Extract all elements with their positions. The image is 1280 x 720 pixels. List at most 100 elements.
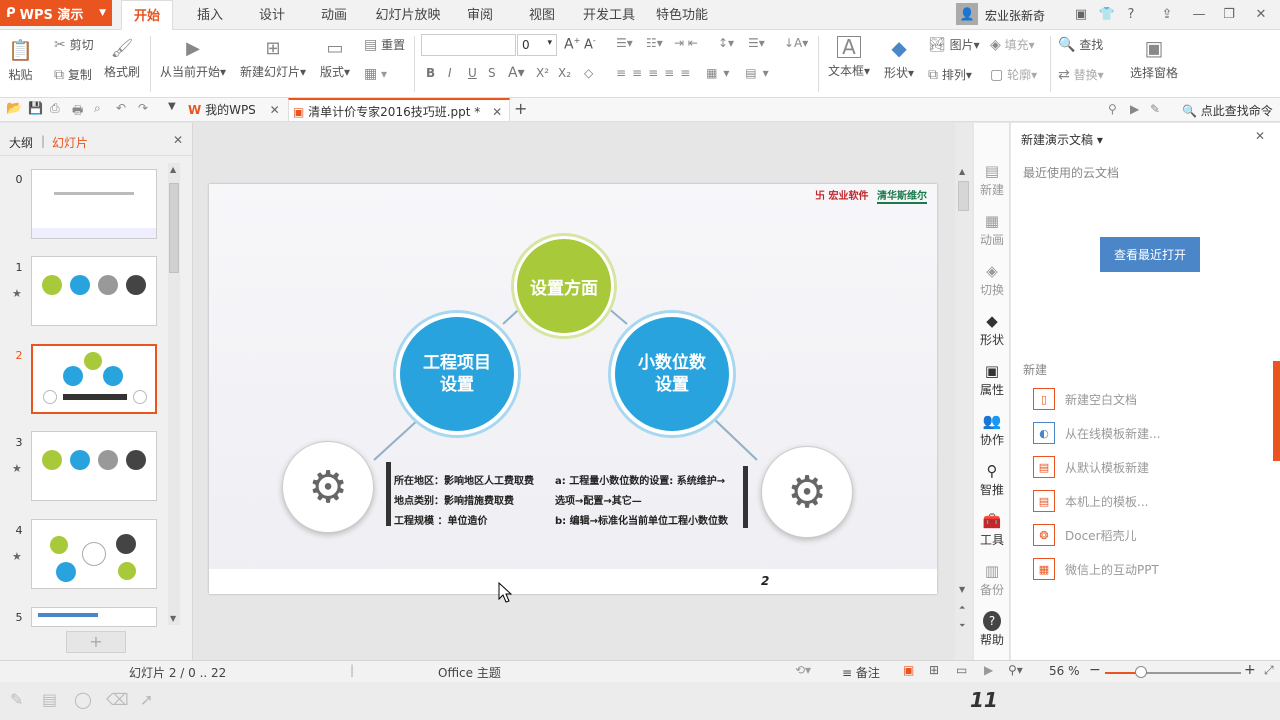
close-icon[interactable]: ✕ [492,105,502,119]
slide-thumb-1[interactable] [31,256,157,326]
rail-item-help[interactable]: ? 帮助 [974,611,1010,648]
font-shrink-button[interactable]: A- [584,36,596,52]
new-slide-button[interactable]: ⊞ 新建幻灯片▾ [240,38,306,80]
tab-slideshow[interactable]: 幻灯片放映 [370,0,446,30]
shirt-icon[interactable]: 👕 [1098,6,1116,24]
tab-outline[interactable]: 大纲 [9,134,33,151]
rail-item-backup[interactable]: ▥ 备份 [974,561,1010,598]
superscript-button[interactable]: X² [536,66,549,80]
tab-animation[interactable]: 动画 [310,0,358,30]
fit-window-icon[interactable]: ⤢ [1264,663,1274,678]
section-button[interactable]: ▦ ▾ [364,66,387,82]
tab-developer[interactable]: 开发工具 [578,0,640,30]
rail-item-collab[interactable]: 👥 协作 [974,411,1010,448]
close-icon[interactable]: ✕ [1252,6,1270,24]
find-button[interactable]: 🔍 查找 [1058,36,1103,53]
wechat-interactive-ppt-item[interactable]: ▦ 微信上的互动PPT [1033,558,1159,580]
history-icon[interactable]: ⟲▾ [795,663,811,677]
slide-thumb-4[interactable] [31,519,157,589]
save-icon[interactable]: 💾 [28,101,43,115]
pen-icon[interactable]: ✎ [10,690,23,709]
slide-thumb-2[interactable] [31,344,157,414]
marker-icon[interactable]: ▤ [42,690,57,709]
zoom-slider-thumb[interactable] [1135,666,1147,678]
notes-button[interactable]: ≡ 备注 [842,664,880,681]
tab-current-document[interactable]: ▣ 清单计价专家2016技巧班.ppt * ✕ [288,98,510,122]
replace-button[interactable]: ⇄ 替换▾ [1058,66,1104,83]
find-command-box[interactable]: 🔍 点此查找命令 [1182,102,1273,119]
pointer-icon[interactable]: ➚ [140,690,153,709]
close-icon[interactable]: ✕ [173,133,183,147]
comment-icon[interactable]: ✎ [1150,102,1160,116]
cut-button[interactable]: ✂ 剪切 [54,36,94,53]
add-slide-button[interactable]: + [66,631,126,653]
new-from-online-template-item[interactable]: ◐ 从在线模板新建... [1033,422,1160,444]
arrange-button[interactable]: ⧉ 排列▾ [928,66,972,83]
slide-thumb-5[interactable] [31,607,157,627]
export-pdf-icon[interactable]: ⎙ [50,101,60,116]
select-pane-button[interactable]: ▣ 选择窗格 [1130,36,1178,81]
subscript-button[interactable]: X₂ [558,66,571,80]
tab-home[interactable]: 开始 [121,0,173,30]
italic-button[interactable]: I [448,66,452,80]
tab-insert[interactable]: 插入 [186,0,234,30]
preview-icon[interactable]: ⌕ [94,101,101,116]
pin-icon[interactable]: ⚲ [1108,102,1117,116]
open-folder-icon[interactable]: 📂 [6,101,22,116]
rail-item-recommend[interactable]: ⚲ 智推 [974,461,1010,498]
tab-special[interactable]: 特色功能 [650,0,714,30]
tab-slides[interactable]: 幻灯片 [52,134,88,151]
paste-button[interactable]: 📋 粘贴 [8,38,33,83]
reset-button[interactable]: ▤ 重置 [364,36,405,53]
tab-review[interactable]: 审阅 [458,0,502,30]
tab-my-wps[interactable]: W 我的WPS ✕ [188,98,288,122]
line-spacing-button[interactable]: ↕▾ [718,36,734,50]
sorter-view-icon[interactable]: ⊞ [929,663,939,677]
zoom-out-button[interactable]: − [1089,662,1101,678]
outline-button[interactable]: ▢ 轮廓▾ [990,66,1037,83]
font-name-field[interactable] [421,34,516,56]
app-menu-button[interactable]: ᑭ WPS 演示 ▼ [0,0,112,26]
zoom-in-button[interactable]: + [1244,662,1256,678]
rail-item-transition[interactable]: ◈ 切换 [974,261,1010,298]
rail-item-shape[interactable]: ◆ 形状 [974,311,1010,348]
reading-view-icon[interactable]: ▭ [956,663,967,677]
fill-button[interactable]: ◈ 填充▾ [990,36,1035,53]
play-icon[interactable]: ▶ [984,663,993,677]
redo-icon[interactable]: ↷ [138,101,148,115]
avatar[interactable]: 👤 [956,3,978,25]
undo-icon[interactable]: ↶ [116,101,126,115]
indent-button[interactable]: ⇥ ⇤ [674,36,698,50]
number-list-button[interactable]: ☷▾ [646,36,663,50]
copy-button[interactable]: ⧉ 复制 [54,66,92,83]
normal-view-icon[interactable]: ▣ [903,663,914,677]
shadow-button[interactable]: S [488,66,496,80]
slide-canvas[interactable]: 卐 宏业软件 清华斯维尔 设置方面 工程项目 设置 小数位数 设置 ⚙ ⚙ 所在… [209,184,937,594]
pin-icon[interactable]: ⚲▾ [1008,663,1023,677]
picture-button[interactable]: 🏞 图片▾ [928,36,980,53]
local-template-item[interactable]: ▤ 本机上的模板... [1033,490,1148,512]
align-buttons[interactable]: ≡≡≡≡≡ ▦▾ ▤▾ [616,66,775,80]
clear-format-button[interactable]: ◇ [584,66,593,80]
close-icon[interactable]: ✕ [1255,129,1265,143]
close-icon[interactable]: ✕ [270,103,280,117]
slide-thumb-0[interactable] [31,169,157,239]
new-from-default-template-item[interactable]: ▤ 从默认模板新建 [1033,456,1149,478]
task-pane-title[interactable]: 新建演示文稿 ▾ [1021,131,1103,148]
font-size-field[interactable]: 0 ▾ [517,34,557,56]
minimize-icon[interactable]: — [1190,6,1208,24]
font-grow-button[interactable]: A+ [564,36,580,53]
bold-button[interactable]: B [426,66,435,80]
layout-button[interactable]: ▭ 版式▾ [320,38,350,80]
from-current-button[interactable]: ▶ 从当前开始▾ [160,38,226,80]
maximize-icon[interactable]: ❐ [1220,6,1238,24]
rail-item-property[interactable]: ▣ 属性 [974,361,1010,398]
upload-icon[interactable]: ⇪ [1158,6,1176,24]
format-painter-button[interactable]: 🖌 格式刷 [104,38,140,80]
bullet-list-button[interactable]: ☰▾ [616,36,633,50]
text-direction-button[interactable]: ☰▾ [748,36,765,50]
slide-thumb-3[interactable] [31,431,157,501]
user-name[interactable]: 宏业张新奇 [985,7,1045,24]
thumbs-scrollbar[interactable]: ▲ ▼ [168,163,180,625]
chevron-down-icon[interactable]: ▼ [168,101,176,112]
